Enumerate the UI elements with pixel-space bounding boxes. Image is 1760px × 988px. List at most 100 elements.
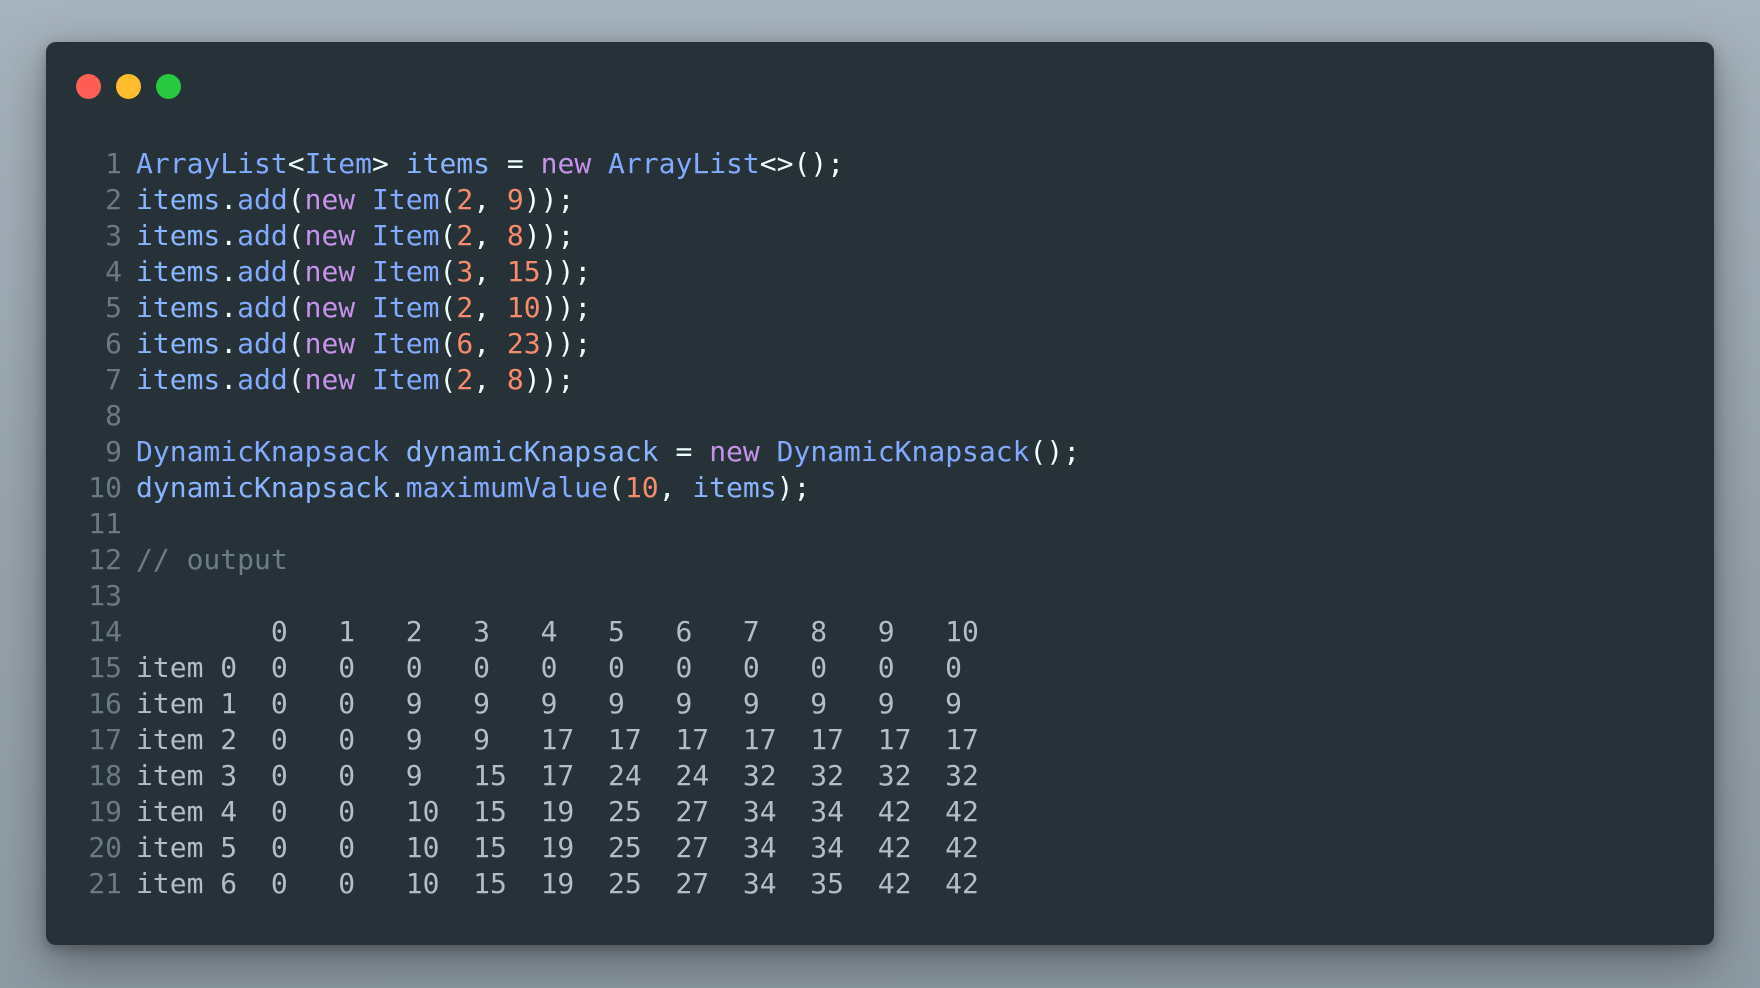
line-content: items.add(new Item(6, 23));: [122, 326, 1714, 362]
code-token: new: [709, 435, 760, 468]
code-token: <: [287, 147, 305, 180]
code-token: 10: [506, 291, 541, 324]
code-token: items: [692, 471, 777, 504]
line-content: // output: [122, 542, 1714, 578]
line-number: 5: [105, 291, 122, 324]
code-line: 8: [46, 398, 1714, 434]
line-number: 10: [88, 471, 122, 504]
code-token: =: [490, 147, 541, 180]
line-number: 14: [88, 615, 122, 648]
code-token: DynamicKnapsack: [776, 435, 1030, 468]
code-token: add: [237, 363, 288, 396]
code-line: 20 item 5 0 0 10 15 19 25 27 34 34 42 42: [46, 830, 1714, 866]
code-line: 1 ArrayList<Item> items = new ArrayList<>…: [46, 146, 1714, 182]
code-token: items: [136, 219, 221, 252]
code-token: 3: [456, 255, 474, 288]
line-number: 21: [88, 867, 122, 900]
code-token: items: [136, 327, 221, 360]
code-token: (: [287, 255, 305, 288]
code-token: .: [388, 471, 406, 504]
code-line: 7 items.add(new Item(2, 8));: [46, 362, 1714, 398]
line-number: 1: [105, 147, 122, 180]
code-token: (: [439, 363, 457, 396]
line-number: 20: [88, 831, 122, 864]
code-token: new: [304, 255, 356, 288]
code-token: new: [304, 291, 356, 324]
code-token: item 3 0 0 9 15 17 24 24 32 32 32 32: [136, 759, 979, 792]
line-content: dynamicKnapsack.maximumValue(10, items);: [122, 470, 1714, 506]
code-token: (: [608, 471, 625, 504]
line-number: 9: [105, 435, 122, 468]
line-number: 17: [88, 723, 122, 756]
code-token: items: [136, 255, 221, 288]
code-token: dynamicKnapsack: [136, 471, 389, 504]
code-token: item 6 0 0 10 15 19 25 27 34 35 42 42: [136, 867, 979, 900]
code-token: 2: [456, 219, 474, 252]
code-token: .: [220, 363, 238, 396]
code-token: (: [287, 183, 305, 216]
minimize-dot[interactable]: [116, 74, 141, 99]
code-token: .: [220, 255, 238, 288]
code-token: item 5 0 0 10 15 19 25 27 34 34 42 42: [136, 831, 979, 864]
line-number: 18: [88, 759, 122, 792]
code-line: 17 item 2 0 0 9 9 17 17 17 17 17 17 17: [46, 722, 1714, 758]
code-token: =: [658, 435, 710, 468]
code-token: Item: [372, 255, 440, 288]
code-token: (: [287, 327, 305, 360]
code-token: <>();: [759, 147, 845, 180]
line-content: item 4 0 0 10 15 19 25 27 34 34 42 42: [122, 794, 1714, 830]
code-token: items: [136, 363, 221, 396]
code-token: ,: [473, 363, 507, 396]
code-line: 14 0 1 2 3 4 5 6 7 8 9 10: [46, 614, 1714, 650]
code-token: Item: [372, 363, 440, 396]
code-token: Item: [372, 183, 440, 216]
code-token: 15: [506, 255, 541, 288]
line-content: item 5 0 0 10 15 19 25 27 34 34 42 42: [122, 830, 1714, 866]
line-content: items.add(new Item(3, 15));: [122, 254, 1714, 290]
code-line: 13: [46, 578, 1714, 614]
line-number: 2: [105, 183, 122, 216]
code-token: (: [287, 219, 305, 252]
line-content: item 1 0 0 9 9 9 9 9 9 9 9 9: [122, 686, 1714, 722]
code-line: 18 item 3 0 0 9 15 17 24 24 32 32 32 32: [46, 758, 1714, 794]
code-token: ));: [540, 255, 592, 288]
code-token: .: [220, 219, 238, 252]
code-window: 1 ArrayList<Item> items = new ArrayList<>…: [46, 42, 1714, 945]
close-dot[interactable]: [76, 74, 101, 99]
code-token: dynamicKnapsack: [405, 435, 659, 468]
line-number: 3: [105, 219, 122, 252]
code-token: 2: [456, 291, 474, 324]
code-token: ));: [523, 363, 575, 396]
code-token: add: [237, 327, 288, 360]
code-token: (: [439, 219, 457, 252]
line-number: 7: [105, 363, 122, 396]
line-content: items.add(new Item(2, 9));: [122, 182, 1714, 218]
line-content: item 0 0 0 0 0 0 0 0 0 0 0 0: [122, 650, 1714, 686]
code-token: item 0 0 0 0 0 0 0 0 0 0 0 0: [136, 651, 963, 684]
code-token: item 1 0 0 9 9 9 9 9 9 9 9 9: [136, 687, 963, 720]
code-line: 5 items.add(new Item(2, 10));: [46, 290, 1714, 326]
code-block: 1 ArrayList<Item> items = new ArrayList<>…: [46, 146, 1714, 902]
line-content: item 6 0 0 10 15 19 25 27 34 35 42 42: [122, 866, 1714, 902]
window-controls: [76, 74, 181, 99]
zoom-dot[interactable]: [156, 74, 181, 99]
line-content: item 3 0 0 9 15 17 24 24 32 32 32 32: [122, 758, 1714, 794]
code-token: ArrayList: [136, 147, 288, 180]
line-content: items.add(new Item(2, 8));: [122, 362, 1714, 398]
code-line: 4 items.add(new Item(3, 15));: [46, 254, 1714, 290]
line-content: [122, 398, 1714, 434]
code-token: (: [287, 363, 305, 396]
line-number: 6: [105, 327, 122, 360]
code-token: add: [237, 291, 288, 324]
code-token: DynamicKnapsack: [136, 435, 389, 468]
code-token: item 2 0 0 9 9 17 17 17 17 17 17 17: [136, 723, 979, 756]
code-token: new: [304, 327, 356, 360]
code-token: 8: [506, 219, 524, 252]
code-line: 21 item 6 0 0 10 15 19 25 27 34 35 42 42: [46, 866, 1714, 902]
code-token: 0 1 2 3 4 5 6 7 8 9 10: [136, 615, 979, 648]
code-token: Item: [372, 219, 440, 252]
code-token: ArrayList: [608, 147, 760, 180]
